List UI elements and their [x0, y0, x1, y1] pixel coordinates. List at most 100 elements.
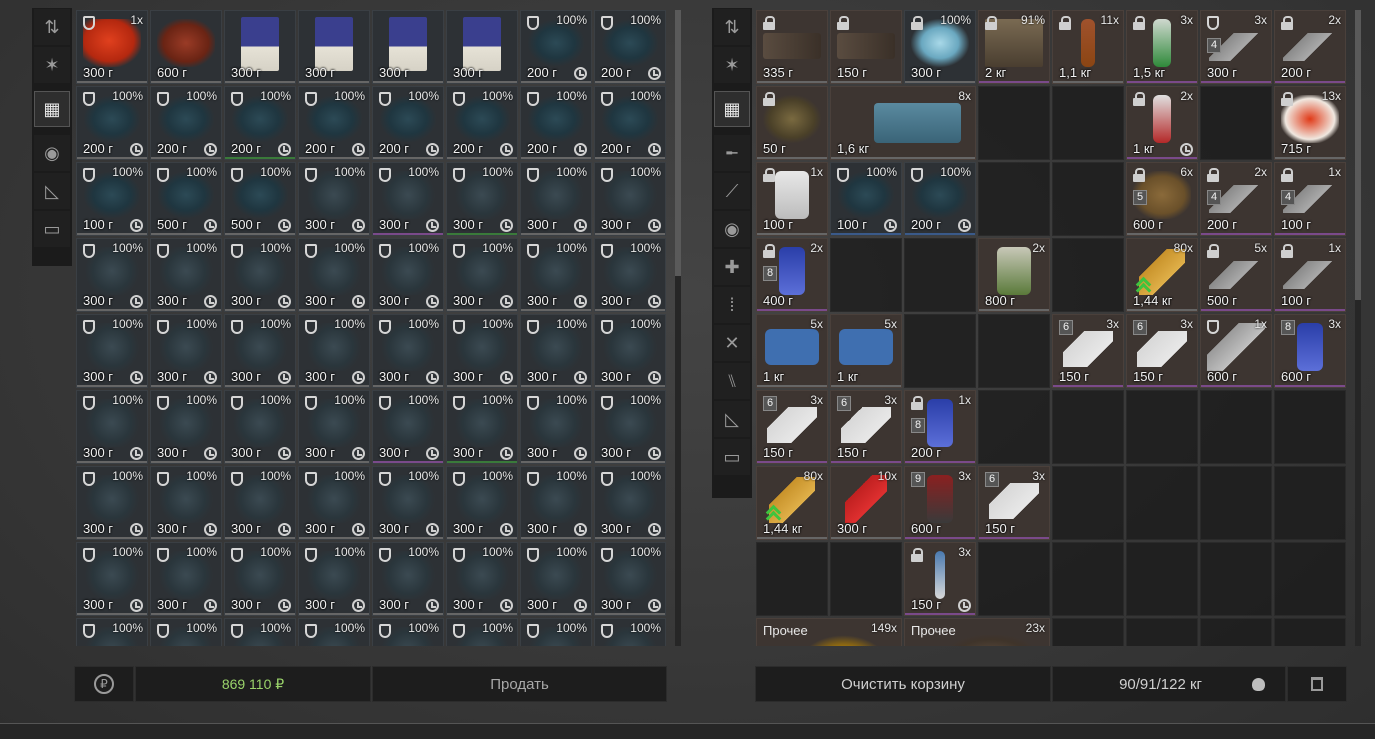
- item-slot[interactable]: 100% 300 г: [520, 390, 592, 464]
- empty-slot[interactable]: [978, 86, 1050, 160]
- item-slot[interactable]: 100% 300 г: [150, 466, 222, 540]
- empty-slot[interactable]: [1274, 390, 1346, 464]
- empty-slot[interactable]: [978, 390, 1050, 464]
- item-slot[interactable]: 300 г: [372, 10, 444, 84]
- item-slot[interactable]: 4 3x 300 г: [1200, 10, 1272, 84]
- item-slot[interactable]: 100% 300 г: [298, 466, 370, 540]
- item-slot[interactable]: 1x 100 г: [756, 162, 828, 236]
- item-slot[interactable]: 100% 200 г: [372, 86, 444, 160]
- sidebar-button-star[interactable]: ✶: [34, 47, 70, 83]
- item-slot[interactable]: 100% 300 г: [298, 238, 370, 312]
- right-scroll-thumb[interactable]: [1355, 10, 1361, 300]
- item-slot[interactable]: 100% 200 г: [298, 86, 370, 160]
- empty-slot[interactable]: [1126, 542, 1198, 616]
- empty-slot[interactable]: [1200, 466, 1272, 540]
- empty-slot[interactable]: [830, 238, 902, 312]
- item-slot[interactable]: 100% 300 г: [150, 314, 222, 388]
- item-slot[interactable]: 100% 300 г: [150, 238, 222, 312]
- item-slot[interactable]: 100% 200 г: [446, 86, 518, 160]
- item-slot[interactable]: 3x 150 г: [904, 542, 976, 616]
- item-slot[interactable]: 8 2x 400 г: [756, 238, 828, 312]
- item-slot[interactable]: 2x 800 г: [978, 238, 1050, 312]
- sidebar-button-sort[interactable]: ⇅: [34, 9, 70, 45]
- empty-slot[interactable]: [1126, 390, 1198, 464]
- item-slot[interactable]: 4 1x 100 г: [1274, 162, 1346, 236]
- sidebar-button-archive[interactable]: ▭: [34, 211, 70, 247]
- item-slot[interactable]: 100% 300 г: [224, 542, 296, 616]
- item-slot[interactable]: 100% 200 г: [594, 86, 666, 160]
- item-slot[interactable]: 335 г: [756, 10, 828, 84]
- empty-slot[interactable]: [1200, 86, 1272, 160]
- currency-toggle-button[interactable]: ₽: [74, 666, 134, 702]
- item-slot[interactable]: 100% 300 г: [76, 542, 148, 616]
- item-slot[interactable]: 100%: [150, 618, 222, 646]
- item-slot[interactable]: 100% 300 г: [446, 238, 518, 312]
- item-slot[interactable]: 100%: [594, 618, 666, 646]
- empty-slot[interactable]: [904, 238, 976, 312]
- sidebar-button-ball[interactable]: ◉: [34, 135, 70, 171]
- item-slot[interactable]: 9 3x 600 г: [904, 466, 976, 540]
- item-slot[interactable]: 100% 300 г: [372, 238, 444, 312]
- item-slot[interactable]: 1x 300 г: [76, 10, 148, 84]
- item-slot[interactable]: 100% 300 г: [904, 10, 976, 84]
- item-slot[interactable]: 8 3x 600 г: [1274, 314, 1346, 388]
- item-slot[interactable]: 100% 300 г: [446, 162, 518, 236]
- item-slot[interactable]: 300 г: [298, 10, 370, 84]
- item-slot[interactable]: 8 1x 200 г: [904, 390, 976, 464]
- sidebar-button-tools[interactable]: ✕: [714, 325, 750, 361]
- item-slot[interactable]: 100%: [224, 618, 296, 646]
- empty-slot[interactable]: [1274, 618, 1346, 646]
- item-slot[interactable]: 100% 300 г: [520, 314, 592, 388]
- item-slot[interactable]: 4 2x 200 г: [1200, 162, 1272, 236]
- item-slot[interactable]: 100% 300 г: [76, 390, 148, 464]
- item-slot[interactable]: 100% 300 г: [594, 238, 666, 312]
- item-slot[interactable]: 2x 200 г: [1274, 10, 1346, 84]
- item-slot[interactable]: 100% 100 г: [76, 162, 148, 236]
- empty-slot[interactable]: [1200, 618, 1272, 646]
- empty-slot[interactable]: [1274, 542, 1346, 616]
- item-slot[interactable]: 600 г: [150, 10, 222, 84]
- item-slot[interactable]: 6 3x 150 г: [756, 390, 828, 464]
- item-slot[interactable]: 100%: [298, 618, 370, 646]
- right-scrollbar[interactable]: [1355, 10, 1361, 646]
- item-slot[interactable]: 100% 300 г: [150, 542, 222, 616]
- item-slot[interactable]: 100% 300 г: [520, 466, 592, 540]
- item-slot[interactable]: 100% 500 г: [224, 162, 296, 236]
- item-slot[interactable]: 80x 1,44 кг: [1126, 238, 1198, 312]
- sidebar-button-food[interactable]: ⑊: [714, 363, 750, 399]
- empty-slot[interactable]: [1274, 466, 1346, 540]
- empty-slot[interactable]: [978, 162, 1050, 236]
- item-slot[interactable]: 100% 300 г: [372, 466, 444, 540]
- empty-slot[interactable]: [978, 314, 1050, 388]
- item-slot[interactable]: 11x 1,1 кг: [1052, 10, 1124, 84]
- item-slot[interactable]: 13x 715 г: [1274, 86, 1346, 160]
- empty-slot[interactable]: [830, 542, 902, 616]
- item-slot[interactable]: 6 3x 150 г: [830, 390, 902, 464]
- empty-slot[interactable]: [1126, 618, 1198, 646]
- empty-slot[interactable]: [1052, 86, 1124, 160]
- empty-slot[interactable]: [904, 314, 976, 388]
- item-slot[interactable]: 100% 200 г: [224, 86, 296, 160]
- empty-slot[interactable]: [1052, 390, 1124, 464]
- empty-slot[interactable]: [1126, 466, 1198, 540]
- item-slot[interactable]: 100% 500 г: [150, 162, 222, 236]
- item-slot[interactable]: 100% 300 г: [372, 314, 444, 388]
- left-scrollbar[interactable]: [675, 10, 681, 646]
- empty-slot[interactable]: [1200, 542, 1272, 616]
- item-slot[interactable]: 100% 300 г: [298, 162, 370, 236]
- clear-basket-button[interactable]: Очистить корзину: [755, 666, 1051, 702]
- item-slot[interactable]: Прочее 149x: [756, 618, 902, 646]
- item-slot[interactable]: 5x 1 кг: [756, 314, 828, 388]
- item-slot[interactable]: 100% 300 г: [298, 314, 370, 388]
- item-slot[interactable]: 100% 300 г: [224, 314, 296, 388]
- item-slot[interactable]: 3x 1,5 кг: [1126, 10, 1198, 84]
- sidebar-button-archive[interactable]: ▭: [714, 439, 750, 475]
- empty-slot[interactable]: [1052, 238, 1124, 312]
- sell-button[interactable]: Продать: [372, 666, 667, 702]
- item-slot[interactable]: 100% 200 г: [520, 86, 592, 160]
- item-slot[interactable]: 100% 300 г: [446, 390, 518, 464]
- empty-slot[interactable]: [1200, 390, 1272, 464]
- empty-slot[interactable]: [978, 542, 1050, 616]
- item-slot[interactable]: 2x 1 кг: [1126, 86, 1198, 160]
- left-scroll-thumb[interactable]: [675, 10, 681, 276]
